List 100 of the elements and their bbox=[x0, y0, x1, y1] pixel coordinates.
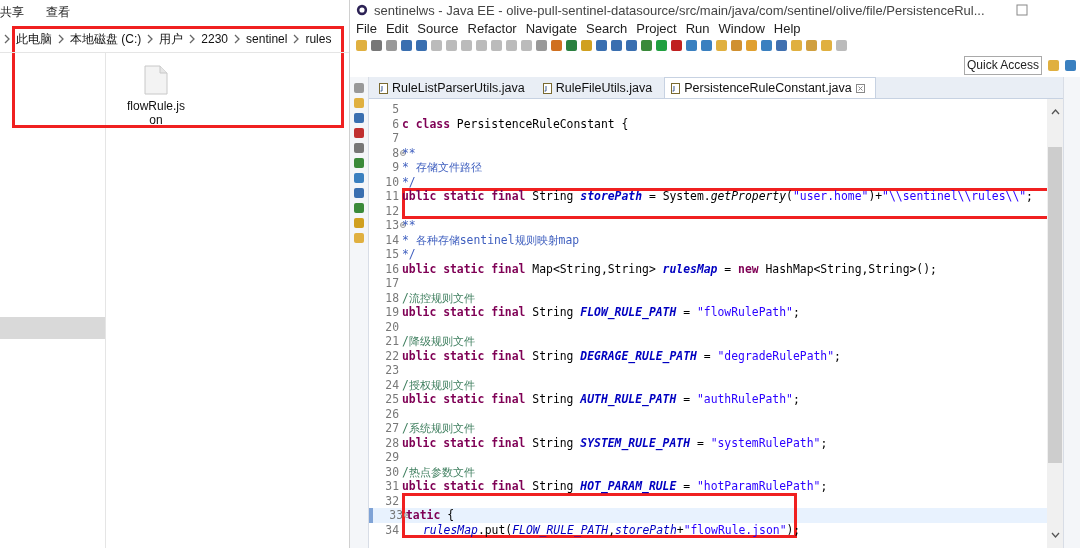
java-file-icon bbox=[379, 82, 388, 94]
toolbar-icon[interactable] bbox=[656, 39, 667, 51]
toolbar-icon[interactable] bbox=[641, 39, 652, 51]
line-number: 19 bbox=[384, 305, 400, 320]
line-number: 7 bbox=[391, 131, 400, 146]
line-number: 25 bbox=[384, 392, 400, 407]
menu-item[interactable]: Refactor bbox=[467, 21, 517, 36]
line-number: 8 bbox=[369, 145, 402, 160]
menu-item[interactable]: Run bbox=[685, 21, 710, 36]
toolbar-icon[interactable] bbox=[671, 39, 682, 51]
toolbar-icon[interactable] bbox=[371, 39, 382, 51]
line-number: 22 bbox=[384, 348, 400, 363]
code-line: ublic static final String AUTH_RULE_PATH = "authRulePath"; bbox=[402, 392, 800, 407]
toolbar-icon[interactable] bbox=[536, 39, 547, 51]
line-number: 24 bbox=[384, 377, 400, 392]
code-line: /系统规则文件 bbox=[402, 421, 475, 436]
toolbar-icon[interactable] bbox=[626, 39, 637, 51]
toolbar-icon[interactable] bbox=[611, 39, 622, 51]
perspective-icon[interactable] bbox=[1065, 59, 1076, 71]
toolbar-icon[interactable] bbox=[416, 39, 427, 51]
toolbar-icon[interactable] bbox=[761, 39, 772, 51]
file-name[interactable]: flowRule.json bbox=[126, 99, 186, 127]
editor-tab[interactable]: RuleFileUtils.java bbox=[536, 78, 663, 98]
file-icon bbox=[144, 65, 168, 95]
scrollbar-thumb[interactable] bbox=[1048, 147, 1062, 463]
line-number: 32 bbox=[384, 493, 400, 508]
java-file-icon bbox=[671, 82, 681, 94]
chevron-icon bbox=[189, 34, 196, 44]
code-line: ublic static final Map<String,String> rulesMap = new HashMap<String,String>(); bbox=[402, 261, 937, 276]
line-number: 30 bbox=[384, 464, 400, 479]
chevron-icon bbox=[293, 34, 300, 44]
code-line: * 各种存储sentinel规则映射map bbox=[402, 232, 580, 247]
code-line: ** bbox=[402, 145, 416, 160]
code-line: ** bbox=[402, 218, 416, 233]
line-number: 17 bbox=[384, 276, 400, 291]
code-line: ublic static final String HOT_PARAM_RULE = "hotParamRulePath"; bbox=[402, 479, 828, 494]
menu-item[interactable]: File bbox=[356, 21, 377, 36]
code-line: */ bbox=[402, 247, 416, 262]
chevron-icon bbox=[4, 34, 10, 44]
line-number: 10 bbox=[384, 174, 400, 189]
app-icon bbox=[356, 4, 368, 16]
window-title: sentinelws - Java EE - olive-pull-sentinel-datasource/src/main/java/com/sentinel/olive/file/PersistenceRul... bbox=[374, 2, 986, 18]
code-line: tatic { bbox=[406, 508, 454, 523]
breadcrumb-item[interactable]: sentinel bbox=[246, 32, 288, 46]
menu-item[interactable]: Source bbox=[417, 21, 459, 36]
menu-item[interactable]: Project bbox=[636, 21, 677, 36]
ribbon-tab[interactable]: 查看 bbox=[46, 3, 70, 21]
chevron-icon bbox=[58, 34, 64, 44]
code-line: * 存储文件路径 bbox=[402, 160, 482, 175]
code-line: */ bbox=[402, 174, 416, 189]
menu-item[interactable]: Search bbox=[586, 21, 628, 36]
editor-tab[interactable]: RuleListParserUtils.java bbox=[373, 78, 535, 98]
menu-item[interactable]: Navigate bbox=[525, 21, 577, 36]
line-number: 23 bbox=[384, 363, 400, 378]
toolbar-icon[interactable] bbox=[386, 39, 397, 51]
breadcrumb-item[interactable]: rules bbox=[305, 32, 332, 46]
toolbar-icon[interactable] bbox=[566, 39, 577, 51]
editor-tab[interactable]: PersistenceRuleConstant.java bbox=[664, 77, 876, 98]
scroll-down-icon bbox=[1050, 532, 1060, 538]
breadcrumb-item[interactable]: 2230 bbox=[201, 32, 229, 46]
toolbar-icon[interactable] bbox=[731, 39, 742, 51]
ribbon-tab[interactable]: 共享 bbox=[0, 3, 24, 21]
maximize-icon bbox=[1016, 4, 1028, 16]
quick-access-field[interactable]: Quick Access bbox=[964, 55, 1042, 75]
menu-item[interactable]: Window bbox=[718, 21, 765, 36]
scroll-up-icon bbox=[1050, 109, 1060, 115]
menu-item[interactable]: Edit bbox=[385, 21, 409, 36]
code-line: ublic static final String FLOW_RULE_PATH = "flowRulePath"; bbox=[402, 305, 800, 320]
toolbar-icon[interactable] bbox=[596, 39, 607, 51]
chevron-icon bbox=[147, 34, 154, 44]
toolbar-icon[interactable] bbox=[686, 39, 697, 51]
line-number: 16 bbox=[384, 261, 400, 276]
java-file-icon bbox=[542, 82, 552, 94]
toolbar-icon[interactable] bbox=[401, 39, 412, 51]
line-number: 31 bbox=[384, 479, 400, 494]
line-number: 13 bbox=[369, 218, 402, 233]
toolbar-icon[interactable] bbox=[701, 39, 712, 51]
line-number: 12 bbox=[384, 203, 400, 218]
code-line: /降级规则文件 bbox=[402, 334, 475, 349]
breadcrumb-item[interactable]: 用户 bbox=[159, 30, 184, 48]
line-number: 6 bbox=[391, 116, 400, 131]
code-line: /流控规则文件 bbox=[402, 290, 475, 305]
perspective-icon[interactable] bbox=[1048, 59, 1059, 71]
breadcrumb-item[interactable]: 此电脑 bbox=[16, 30, 52, 48]
line-number: 28 bbox=[384, 435, 400, 450]
line-number: 11 bbox=[384, 189, 400, 204]
code-line: ublic static final String DEGRAGE_RULE_PATH = "degradeRulePath"; bbox=[402, 348, 841, 363]
line-number: 5 bbox=[391, 102, 400, 117]
line-number: 26 bbox=[384, 406, 400, 421]
close-icon bbox=[855, 83, 865, 93]
toolbar-icon[interactable] bbox=[776, 39, 787, 51]
breadcrumb-item[interactable]: 本地磁盘 (C:) bbox=[70, 30, 142, 48]
line-number: 15 bbox=[384, 247, 400, 262]
chevron-icon bbox=[234, 34, 241, 44]
line-number: 34 bbox=[384, 522, 400, 537]
line-number: 20 bbox=[384, 319, 400, 334]
toolbar-icon[interactable] bbox=[551, 39, 562, 51]
line-number: 21 bbox=[384, 334, 400, 349]
code-line: /授权规则文件 bbox=[402, 377, 475, 392]
menu-item[interactable]: Help bbox=[773, 21, 801, 36]
